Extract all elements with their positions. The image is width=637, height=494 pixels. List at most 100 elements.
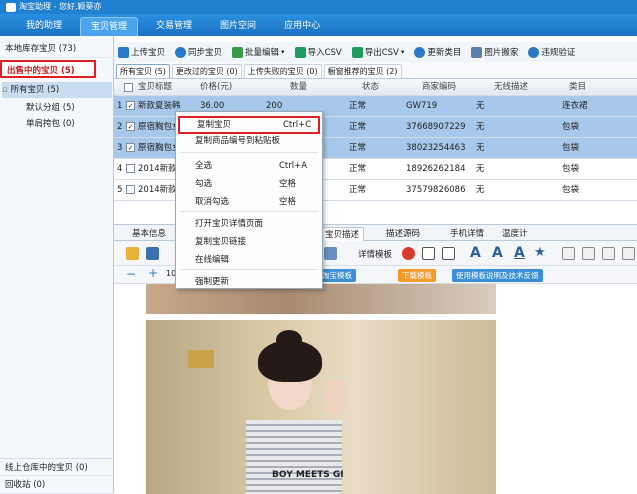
row-checkbox[interactable]: ✓ [126, 122, 135, 131]
cell-mobile-desc: 无 [476, 164, 485, 174]
nav-tab-item-management[interactable]: 宝贝管理 [80, 17, 139, 36]
insert-image-icon[interactable] [324, 247, 337, 260]
sidebar-item-local-inventory[interactable]: 本地库存宝贝 (73) [0, 40, 114, 58]
violation-check-button[interactable]: 违规验证 [528, 46, 575, 58]
save-icon[interactable] [146, 247, 159, 260]
row-checkbox[interactable] [126, 164, 135, 173]
stop-icon[interactable] [402, 247, 415, 260]
upload-icon [118, 46, 129, 58]
tab-all-items[interactable]: 所有宝贝 (5) [116, 64, 170, 78]
tab-mobile-details[interactable]: 手机详情 [450, 227, 484, 241]
col-qty[interactable]: 数量 [290, 79, 307, 96]
sidebar-item-recycle-bin[interactable]: 回收站 (0) [0, 476, 114, 494]
menu-item-6[interactable]: 复制宝贝链接 [176, 233, 322, 251]
title-bar: 淘宝助理 - 您好,颖葵亦 [0, 0, 637, 14]
menu-item-2[interactable]: 全选 Ctrl+A [176, 157, 322, 175]
col-merchant-code[interactable]: 商家编码 [422, 79, 456, 96]
col-price[interactable]: 价格(元) [200, 79, 232, 96]
detail-template-label[interactable]: 详情模板 [358, 248, 392, 260]
font-color-icon[interactable]: A [492, 245, 503, 261]
menu-item-label: 复制宝贝链接 [195, 237, 247, 247]
col-mobile-desc[interactable]: 无线描述 [494, 79, 528, 96]
batch-edit-icon [232, 46, 244, 58]
align-right-icon[interactable] [602, 247, 615, 260]
tab-item-description[interactable]: 宝贝描述 [320, 227, 365, 241]
menu-item-7[interactable]: 在线编辑 [176, 251, 322, 269]
tab-basic-info[interactable]: 基本信息 [132, 227, 166, 241]
taobao-template-button[interactable]: 淘宝模板 [318, 269, 356, 282]
zoom-out-icon[interactable]: − [126, 267, 136, 281]
menu-item-4[interactable]: 取消勾选 空格 [176, 193, 322, 211]
align-left-icon[interactable] [562, 247, 575, 260]
sidebar-item-on-sale[interactable]: 出售中的宝贝 (5) [0, 60, 96, 78]
refresh-icon [414, 46, 426, 58]
cell-merchant-code[interactable]: 18926262184 [406, 159, 466, 179]
tab-upload-failed-items[interactable]: 上传失败的宝贝 (0) [243, 64, 322, 78]
image-move-button[interactable]: 图片搬家 [471, 46, 518, 58]
row-checkbox[interactable]: ✓ [126, 101, 135, 110]
cell-status: 正常 [349, 164, 367, 174]
sidebar-item-online-warehouse[interactable]: 线上仓库中的宝贝 (0) [0, 458, 114, 476]
menu-item-label: 勾选 [195, 179, 213, 189]
font-size-icon[interactable] [442, 247, 455, 260]
tree-collapse-icon[interactable]: ▫ [2, 85, 8, 95]
cell-merchant-code[interactable]: 37579826086 [406, 180, 466, 200]
nav-tab-trade-management[interactable]: 交易管理 [146, 17, 202, 36]
row-checkbox[interactable] [126, 185, 135, 194]
font-a-icon[interactable] [422, 247, 435, 260]
tree-node-default-group[interactable]: 默认分组 (5) [26, 100, 75, 116]
cell-category: 连衣裙 [562, 101, 588, 111]
tree-node-shoulder-bags[interactable]: 单肩挎包 (0) [26, 116, 75, 132]
batch-edit-button[interactable]: 批量编辑 ▾ [232, 46, 285, 58]
star-icon[interactable]: ★ [534, 245, 546, 260]
tab-thermometer[interactable]: 温度计 [502, 227, 528, 241]
menu-item-3[interactable]: 勾选 空格 [176, 175, 322, 193]
nav-tab-image-space[interactable]: 图片空间 [210, 17, 266, 36]
menu-separator [180, 152, 318, 153]
align-center-icon[interactable] [582, 247, 595, 260]
menu-item-5[interactable]: 打开宝贝详情页面 [176, 215, 322, 233]
cell-category: 包袋 [562, 164, 580, 174]
menu-item-label: 强制更新 [195, 277, 230, 287]
justify-icon[interactable] [622, 247, 635, 260]
open-folder-icon[interactable] [126, 247, 139, 260]
nav-tab-app-center[interactable]: 应用中心 [274, 17, 330, 36]
import-csv-button[interactable]: 导入CSV [294, 46, 342, 58]
description-preview[interactable]: BOY MEETS GI [118, 284, 637, 494]
underline-icon[interactable]: A [514, 245, 525, 261]
export-csv-button[interactable]: 导出CSV ▾ [351, 46, 404, 58]
tab-window-recommended-items[interactable]: 橱窗推荐的宝贝 (2) [323, 64, 402, 78]
tab-description-source[interactable]: 描述源码 [386, 227, 420, 241]
cell-title[interactable]: 2014新款 [138, 180, 177, 200]
menu-item-shortcut: Ctrl+C [283, 120, 312, 130]
cell-title[interactable]: 2014新款 [138, 159, 177, 179]
download-template-button[interactable]: 下载模板 [398, 269, 436, 282]
cell-status: 正常 [349, 122, 367, 132]
nav-tab-my-assistant[interactable]: 我的助理 [16, 17, 72, 36]
col-status[interactable]: 状态 [362, 79, 379, 96]
menu-separator [180, 269, 318, 270]
tree-node-all-items[interactable]: ▫ 所有宝贝 (5) [2, 82, 112, 98]
upload-items-button[interactable]: 上传宝贝 [118, 46, 165, 58]
export-csv-icon [351, 46, 363, 58]
col-title[interactable]: 宝贝标题 [138, 79, 172, 96]
font-bold-icon[interactable]: A [470, 245, 481, 261]
menu-item-1[interactable]: 复制商品编号到粘贴板 [176, 132, 322, 150]
row-number: 4 [117, 164, 123, 174]
update-category-button[interactable]: 更新类目 [414, 46, 461, 58]
cell-merchant-code[interactable]: 38023254463 [406, 138, 466, 158]
col-category[interactable]: 类目 [569, 79, 586, 96]
zoom-in-icon[interactable]: + [148, 266, 158, 280]
tab-changed-items[interactable]: 更改过的宝贝 (0) [171, 64, 242, 78]
row-checkbox[interactable]: ✓ [126, 143, 135, 152]
template-help-button[interactable]: 使用模板说明及技术反馈 [452, 269, 543, 282]
cell-status: 正常 [349, 143, 367, 153]
menu-item-8[interactable]: 强制更新 [176, 273, 322, 291]
sync-items-button[interactable]: 同步宝贝 [175, 46, 222, 58]
cell-merchant-code[interactable]: 37668907229 [406, 117, 466, 137]
select-all-checkbox[interactable] [124, 83, 133, 92]
shirt-text: BOY MEETS GI [272, 470, 344, 480]
check-icon [528, 46, 540, 58]
cell-merchant-code[interactable]: GW719 [406, 96, 437, 116]
cell-category: 包袋 [562, 185, 580, 195]
